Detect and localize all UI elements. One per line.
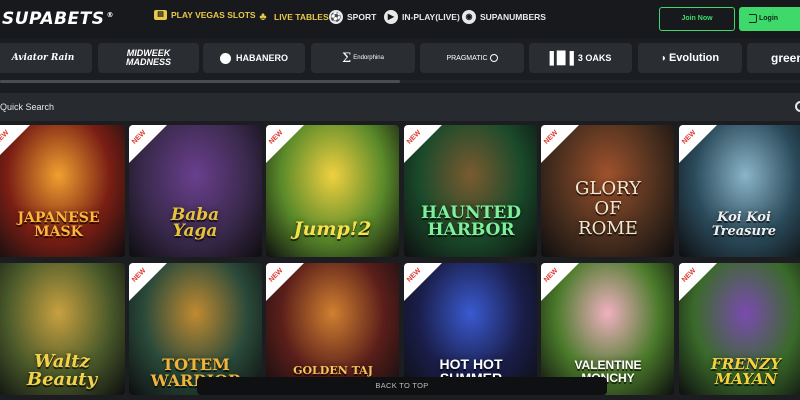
game-tile-valentine-monchy[interactable]: VALENTINE MONCHY NEW (541, 263, 674, 395)
provider-label: HABANERO (235, 53, 288, 63)
game-tile-koi-koi-treasure[interactable]: Koi Koi Treasure NEW (679, 125, 800, 257)
top-bar: SUPABETS ® ▤ PLAY VEGAS SLOTS ♣ LIVE TABL… (0, 0, 800, 38)
game-title: GLORY OF ROME (575, 178, 641, 239)
nav-in-play[interactable]: ▶ IN-PLAY(LIVE) (384, 10, 460, 24)
quick-search-bar (0, 93, 800, 121)
lottery-ball-icon: ◉ (462, 10, 476, 24)
game-tile-haunted-harbor[interactable]: HAUNTED HARBOR NEW (404, 125, 537, 257)
game-tile-golden-taj-mahal[interactable]: GOLDEN TAJ MAHAL NEW (266, 263, 399, 395)
game-tile-baba-yaga[interactable]: Baba Yaga NEW (129, 125, 262, 257)
game-tile-frenzy-mayan[interactable]: FRENZY MAYAN NEW (679, 263, 800, 395)
game-title: HAUNTED HARBOR (421, 203, 521, 240)
provider-label: 3 OAKS (577, 53, 612, 63)
search-icon[interactable] (795, 101, 800, 112)
provider-pragmatic[interactable]: PRAGMATIC (420, 43, 524, 73)
game-tile-hot-hot-summer[interactable]: HOT HOT SUMMER NEW (404, 263, 537, 395)
quick-search-input[interactable] (0, 93, 780, 121)
live-play-icon: ▶ (384, 10, 398, 24)
game-tile-totem-warrior[interactable]: TOTEM WARRIOR NEW (129, 263, 262, 395)
nav-sport[interactable]: ⚽ SPORT (329, 10, 376, 24)
provider-green[interactable]: green (747, 43, 800, 73)
pragmatic-logo-icon (489, 54, 498, 62)
nav-label: IN-PLAY(LIVE) (402, 12, 460, 22)
brand-logo[interactable]: SUPABETS ® (2, 9, 114, 29)
provider-scrollbar-thumb[interactable] (0, 80, 400, 83)
game-title: Baba Yaga (170, 205, 220, 241)
nav-label: PLAY VEGAS SLOTS (171, 10, 256, 20)
game-tile-glory-of-rome[interactable]: GLORY OF ROME NEW (541, 125, 674, 257)
game-tile-japanese-mask[interactable]: JAPANESE MASK NEW (0, 125, 125, 257)
brand-name: SUPABETS (2, 9, 105, 29)
nav-label: SPORT (347, 12, 377, 22)
soccer-ball-icon: ⚽ (329, 10, 343, 24)
endorphina-logo-icon: Σ (342, 50, 352, 66)
provider-label: Endorphina (353, 55, 384, 61)
habanero-logo-icon (219, 52, 231, 64)
game-title: Jump!2 (293, 218, 372, 240)
nav-supanumbers[interactable]: ◉ SUPANUMBERS (462, 10, 546, 24)
provider-endorphina[interactable]: Σ Endorphina (311, 43, 415, 73)
provider-habanero[interactable]: HABANERO (203, 43, 305, 73)
game-title: Waltz Beauty (26, 351, 98, 390)
dealer-icon: ♣ (259, 11, 267, 23)
provider-carousel: Aviator Rain MIDWEEK MADNESS HABANERO Σ … (0, 43, 800, 74)
game-title: FRENZY MAYAN (711, 355, 781, 388)
slot-machine-icon: ▤ (154, 10, 167, 20)
game-tile-jump-2[interactable]: Jump!2 NEW (266, 125, 399, 257)
provider-label: PRAGMATIC (446, 54, 488, 62)
provider-3-oaks[interactable]: ▌▉▐ 3 OAKS (529, 43, 632, 73)
provider-label: green (771, 51, 800, 65)
nav-play-vegas-slots[interactable]: ▤ PLAY VEGAS SLOTS (154, 10, 256, 20)
login-icon (749, 14, 757, 23)
back-to-top-button[interactable]: BACK TO TOP (197, 377, 607, 395)
nav-label: LIVE TABLES (274, 12, 329, 22)
join-now-button[interactable]: Join Now (659, 7, 735, 31)
login-button[interactable]: Login (739, 7, 800, 31)
provider-label: MIDWEEK MADNESS (125, 48, 171, 67)
game-grid: JAPANESE MASK NEW Baba Yaga NEW Jump!2 N… (0, 125, 800, 400)
registered-mark: ® (106, 11, 115, 20)
provider-evolution[interactable]: ◗ Evolution (638, 43, 742, 73)
provider-midweek-madness[interactable]: MIDWEEK MADNESS (98, 43, 199, 73)
provider-label: Evolution (668, 52, 720, 64)
3-oaks-logo-icon: ▌▉▐ (549, 51, 574, 65)
game-title: Koi Koi Treasure (711, 210, 777, 239)
login-label: Login (759, 15, 779, 22)
provider-aviator-rain[interactable]: Aviator Rain (0, 43, 92, 73)
game-title: JAPANESE MASK (17, 210, 100, 240)
nav-live-tables[interactable]: ♣ LIVE TABLES (256, 10, 329, 24)
nav-label: SUPANUMBERS (480, 12, 546, 22)
provider-label: Aviator Rain (11, 53, 75, 63)
evolution-logo-icon: ◗ (660, 52, 667, 64)
game-tile-waltz-beauty[interactable]: Waltz Beauty (0, 263, 125, 395)
